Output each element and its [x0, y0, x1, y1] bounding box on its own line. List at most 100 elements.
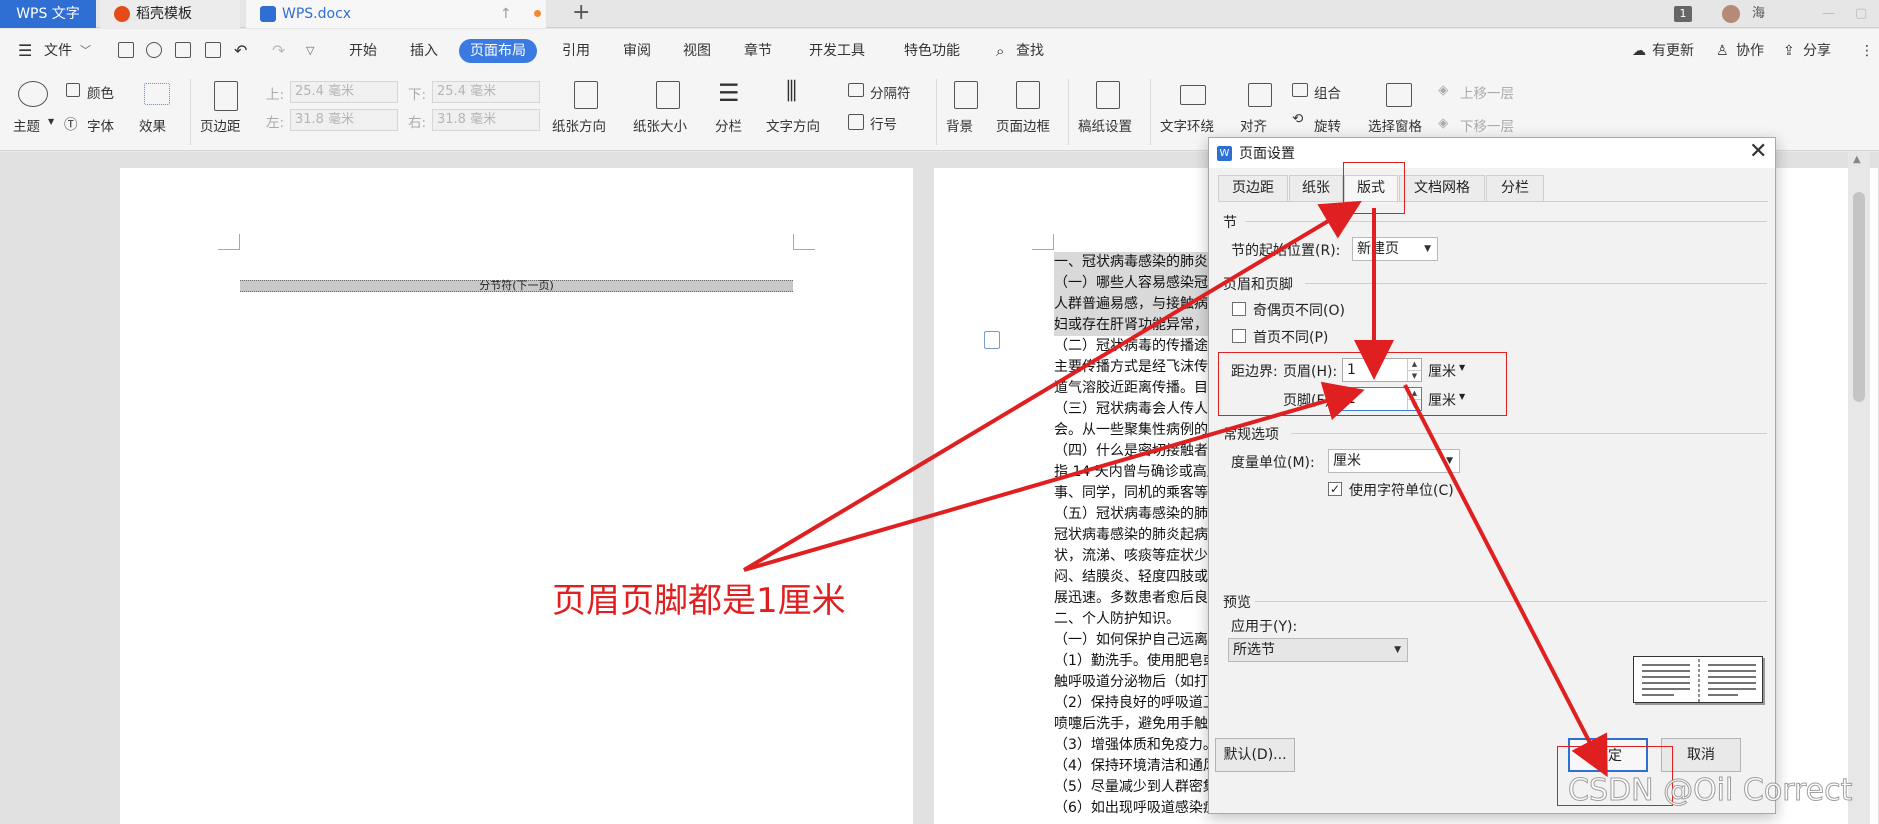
document-paragraph-line[interactable]: （2）保持良好的呼吸道卫: [1054, 693, 1217, 714]
document-paragraph-line[interactable]: 状，流涕、咳痰等症状少: [1054, 546, 1208, 567]
text-direction-button[interactable]: 文字方向: [766, 115, 820, 135]
print-icon[interactable]: [175, 42, 191, 58]
use-char-unit-label[interactable]: 使用字符单位(C): [1349, 480, 1454, 500]
upload-icon[interactable]: ↑: [500, 0, 512, 28]
close-icon[interactable]: ✕: [1749, 139, 1767, 164]
odd-even-checkbox[interactable]: [1232, 302, 1246, 316]
tab-template[interactable]: 稻壳模板: [100, 0, 240, 28]
background-icon[interactable]: [954, 81, 978, 109]
document-paragraph-line[interactable]: 道气溶胶近距离传播。目: [1054, 378, 1208, 399]
theme-button[interactable]: 主题: [13, 115, 40, 135]
colors-icon[interactable]: [66, 83, 80, 97]
hamburger-icon[interactable]: ☰: [18, 39, 32, 63]
use-char-unit-checkbox[interactable]: ✓: [1328, 482, 1342, 496]
document-paragraph-line[interactable]: 指 14 天内曾与确诊或高质: [1054, 462, 1221, 483]
file-menu[interactable]: 文件: [44, 39, 72, 63]
page-border-button[interactable]: 页面边框: [996, 115, 1050, 135]
export-pdf-icon[interactable]: [146, 42, 162, 58]
odd-even-label[interactable]: 奇偶页不同(O): [1253, 300, 1345, 320]
scrollbar-thumb[interactable]: [1853, 192, 1865, 402]
share-button[interactable]: 分享: [1803, 39, 1831, 63]
group-icon[interactable]: [1292, 83, 1308, 97]
effects-icon[interactable]: [144, 83, 170, 105]
tab-page-layout[interactable]: 页面布局: [459, 39, 537, 63]
separator-icon[interactable]: [848, 83, 864, 97]
document-paragraph-line[interactable]: 二、个人防护知识。: [1054, 609, 1180, 630]
group-button[interactable]: 组合: [1314, 82, 1341, 102]
document-paragraph-line[interactable]: （一）如何保护自己远离: [1054, 630, 1208, 651]
customize-qat-icon[interactable]: ▽: [306, 39, 314, 63]
draft-settings-button[interactable]: 稿纸设置: [1078, 115, 1132, 135]
rotate-icon[interactable]: ⟲: [1292, 111, 1303, 127]
document-paragraph-line[interactable]: 事、同学，同机的乘客等: [1054, 483, 1208, 504]
first-page-label[interactable]: 首页不同(P): [1253, 327, 1328, 347]
document-paragraph-line[interactable]: （1）勤洗手。使用肥皂或: [1054, 651, 1217, 672]
font-theme-icon[interactable]: Ⓣ: [64, 113, 78, 133]
redo-icon[interactable]: ↷: [272, 39, 285, 63]
document-paragraph-line[interactable]: （二）冠状病毒的传播途: [1054, 336, 1208, 357]
tab-review[interactable]: 审阅: [623, 39, 651, 63]
bring-forward-icon[interactable]: ◈: [1438, 82, 1448, 98]
tab-developer[interactable]: 开发工具: [809, 39, 865, 63]
document-paragraph-line[interactable]: 主要传播方式是经飞沫传: [1054, 357, 1208, 378]
document-paragraph-line[interactable]: 展迅速。多数患者愈后良: [1054, 588, 1208, 609]
tab-margins[interactable]: 页边距: [1218, 175, 1288, 202]
tab-doc-grid[interactable]: 文档网格: [1399, 175, 1485, 202]
send-backward-button[interactable]: 下移一层: [1460, 115, 1514, 135]
document-paragraph-line[interactable]: （4）保持环境清洁和通风: [1054, 756, 1217, 777]
document-paragraph-line[interactable]: 一、冠状病毒感染的肺炎: [1054, 252, 1208, 273]
section-start-select[interactable]: 新建页 ▼: [1352, 237, 1438, 261]
new-tab-button[interactable]: +: [572, 0, 590, 26]
app-tab[interactable]: WPS 文字: [0, 0, 96, 28]
text-wrap-icon[interactable]: [1180, 85, 1206, 105]
chevron-down-icon[interactable]: ﹀: [80, 39, 91, 63]
selection-pane-button[interactable]: 选择窗格: [1368, 115, 1422, 135]
send-backward-icon[interactable]: ◈: [1438, 115, 1448, 131]
tab-home[interactable]: 开始: [349, 39, 377, 63]
user-name[interactable]: 海: [1752, 0, 1765, 28]
margin-left-field[interactable]: 31.8 毫米: [290, 109, 398, 131]
search-icon[interactable]: ⌕: [996, 39, 1004, 63]
margin-bottom-field[interactable]: 25.4 毫米: [432, 81, 540, 103]
undo-icon[interactable]: ↶: [234, 39, 247, 63]
document-paragraph-line[interactable]: （五）冠状病毒感染的肺: [1054, 504, 1208, 525]
paper-size-button[interactable]: 纸张大小: [633, 115, 687, 135]
font-theme-button[interactable]: 字体: [87, 115, 114, 135]
document-paragraph-line[interactable]: 触呼吸道分泌物后（如打: [1054, 672, 1208, 693]
theme-chevron-icon[interactable]: ▼: [48, 117, 54, 126]
page-1[interactable]: 分节符(下一页): [120, 168, 913, 824]
document-paragraph-line[interactable]: 喷嚏后洗手，避免用手触: [1054, 714, 1208, 735]
paper-size-icon[interactable]: [656, 81, 680, 109]
vertical-scrollbar[interactable]: ▲: [1848, 152, 1870, 824]
columns-button[interactable]: 分栏: [715, 115, 742, 135]
tab-columns[interactable]: 分栏: [1486, 175, 1544, 202]
avatar[interactable]: [1722, 5, 1740, 23]
colors-button[interactable]: 颜色: [87, 82, 114, 102]
tab-chapter[interactable]: 章节: [744, 39, 772, 63]
document-paragraph-line[interactable]: 妇或存在肝肾功能异常，: [1054, 315, 1208, 336]
share-icon[interactable]: ⇪: [1783, 39, 1795, 63]
page-border-icon[interactable]: [1016, 81, 1040, 109]
paste-options-icon[interactable]: [984, 331, 1000, 349]
print-preview-icon[interactable]: [205, 42, 221, 58]
apply-to-select[interactable]: 所选节 ▼: [1228, 638, 1408, 662]
bring-forward-button[interactable]: 上移一层: [1460, 82, 1514, 102]
document-paragraph-line[interactable]: （5）尽量减少到人群密集: [1054, 777, 1217, 798]
orientation-icon[interactable]: [574, 81, 598, 109]
draft-settings-icon[interactable]: [1096, 81, 1120, 109]
document-paragraph-line[interactable]: 冠状病毒感染的肺炎起病: [1054, 525, 1208, 546]
more-icon[interactable]: ⋮: [1860, 39, 1874, 63]
document-paragraph-line[interactable]: 会。从一些聚集性病例的: [1054, 420, 1208, 441]
document-paragraph-line[interactable]: （四）什么是密切接触者: [1054, 441, 1208, 462]
text-direction-icon[interactable]: ⫼: [786, 77, 797, 105]
maximize-icon[interactable]: ▢: [1855, 0, 1867, 28]
effects-button[interactable]: 效果: [139, 115, 166, 135]
minimize-icon[interactable]: —: [1822, 0, 1835, 28]
document-paragraph-line[interactable]: （3）增强体质和免疫力。: [1054, 735, 1217, 756]
margins-icon[interactable]: [214, 81, 238, 111]
document-paragraph-line[interactable]: 闷、结膜炎、轻度四肢或: [1054, 567, 1208, 588]
margin-right-field[interactable]: 31.8 毫米: [432, 109, 540, 131]
tab-references[interactable]: 引用: [562, 39, 590, 63]
collab-button[interactable]: 协作: [1736, 39, 1764, 63]
update-button[interactable]: 有更新: [1652, 39, 1694, 63]
